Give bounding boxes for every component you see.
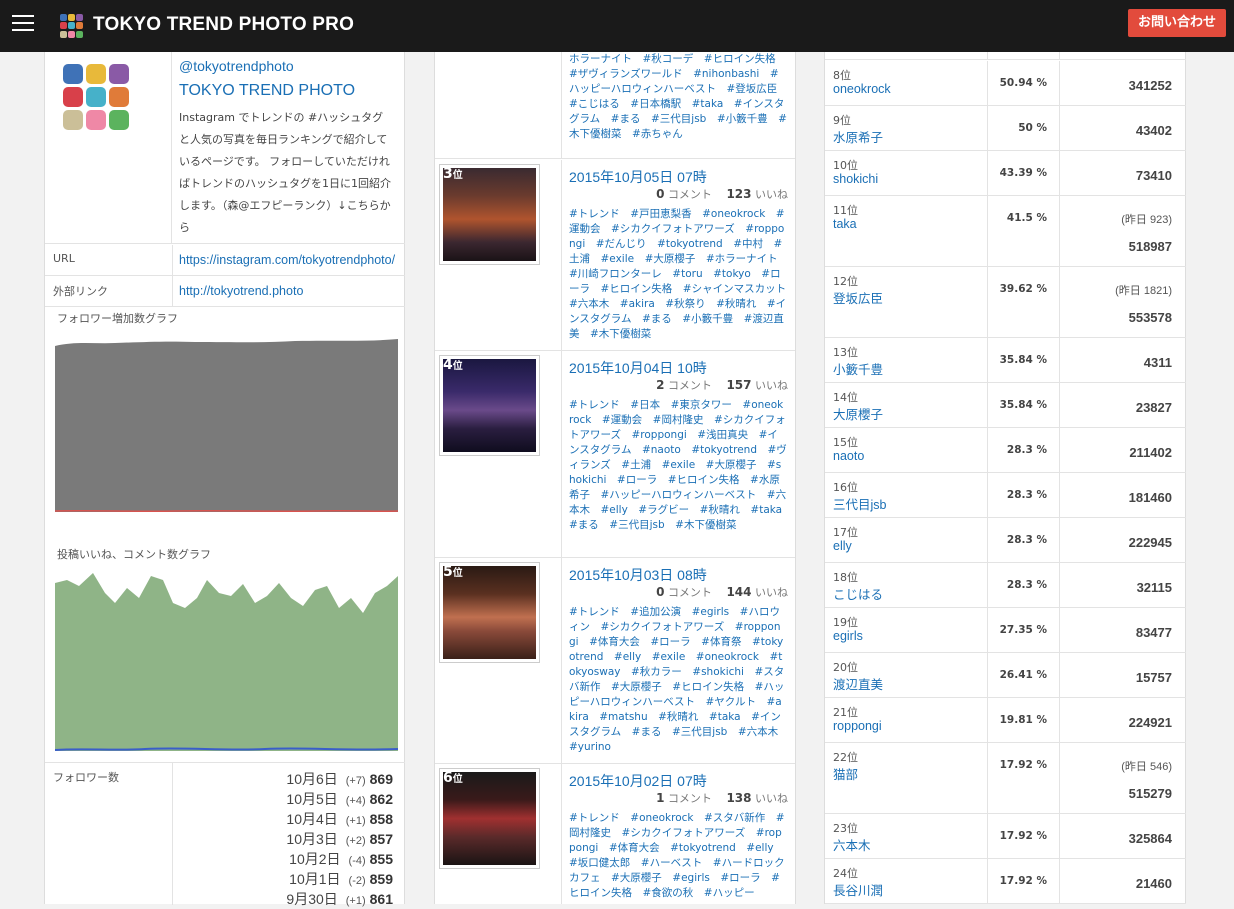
external-link-row: 外部リンク http://tokyotrend.photo [45,276,405,307]
follower-row: 10月5日 (+4) 862 [286,791,393,807]
ranking-tag-link[interactable]: 登坂広臣 [833,288,883,307]
post-rank: 4位 [443,357,463,373]
profile-name-link[interactable]: TOKYO TREND PHOTO [179,82,355,100]
post-stats: 1 コメント 138 いいね [656,791,788,805]
ranking-tag-link[interactable]: 大原櫻子 [833,404,883,423]
post-title[interactable]: 2015年10月04日 10時 [569,358,707,378]
url-label: URL [53,252,75,265]
post-item: 4位 2015年10月04日 10時 2 コメント 157 いいね #トレンド … [435,351,795,558]
ranking-row: 12位 登坂広臣 39.62 % (昨日 1821) 553578 [825,267,1186,338]
hashtag-ranking: 8位 oneokrock 50.94 % 341252 9位 水原希子 50 % 434… [824,0,1186,904]
post-tags[interactable]: ホラーナイト #秋コーデ #ヒロイン失格 #ザヴィランズワールド #nihonb… [569,52,788,142]
ranking-row: 15位 naoto 28.3 % 211402 [825,428,1186,473]
ranking-tag-link[interactable]: 長谷川潤 [833,880,883,899]
ranking-tag-link[interactable]: oneokrock [833,82,891,96]
ranking-tag-link[interactable]: 水原希子 [833,127,883,146]
follower-row: 10月3日 (+2) 857 [286,831,393,847]
ranking-tag-link[interactable]: roppongi [833,719,882,733]
post-tags[interactable]: #トレンド #oneokrock #スタバ新作 #岡村隆史 #シカクイフォトアワ… [569,811,787,901]
follower-row: 10月2日 (-4) 855 [289,851,393,867]
ranking-row: 13位 小籔千豊 35.84 % 4311 [825,338,1186,383]
logo-icon[interactable] [60,14,84,38]
ranking-row: 19位 egirls 27.35 % 83477 [825,608,1186,653]
ranking-row: 16位 三代目jsb 28.3 % 181460 [825,473,1186,518]
ranking-row: 22位 猫部 17.92 % (昨日 546) 515279 [825,743,1186,814]
post-tags[interactable]: #トレンド #戸田恵梨香 #oneokrock #運動会 #シカクイフォトアワー… [569,207,795,342]
external-link[interactable]: http://tokyotrend.photo [179,284,405,298]
brand-title[interactable]: TOKYO TREND PHOTO PRO [93,14,354,36]
follower-graph-title: フォロワー増加数グラフ [57,312,178,325]
url-link[interactable]: https://instagram.com/tokyotrendphoto/ [179,253,405,267]
followers-label: フォロワー数 [53,771,119,784]
post-title[interactable]: 2015年10月05日 07時 [569,167,707,187]
post-item: 5位 2015年10月03日 08時 0 コメント 144 いいね #トレンド … [435,558,795,764]
post-title[interactable]: 2015年10月02日 07時 [569,771,707,791]
ranking-row: 18位 こじはる 28.3 % 32115 [825,563,1186,608]
post-list: ホラーナイト #秋コーデ #ヒロイン失格 #ザヴィランズワールド #nihonb… [434,52,796,904]
post-stats: 2 コメント 157 いいね [656,378,788,392]
ranking-tag-link[interactable]: こじはる [833,584,883,603]
likes-graph [55,573,398,751]
ranking-row: 9位 水原希子 50 % 43402 [825,106,1186,151]
profile-card: @tokyotrendphoto TOKYO TREND PHOTO Insta… [45,52,405,244]
ranking-tag-link[interactable]: egirls [833,629,863,643]
ranking-row: 8位 oneokrock 50.94 % 341252 [825,61,1186,106]
post-item: ホラーナイト #秋コーデ #ヒロイン失格 #ザヴィランズワールド #nihonb… [435,52,795,159]
post-rank: 5位 [443,564,463,580]
ranking-row: 14位 大原櫻子 35.84 % 23827 [825,383,1186,428]
profile-description: Instagram でトレンドの #ハッシュタグ と人気の写真を毎日ランキングで… [179,111,391,234]
ranking-tag-link[interactable]: 三代目jsb [833,494,886,513]
followers-section: フォロワー数 10月6日 (+7) 869 10月5日 (+4) 862 10月4日 (+… [45,762,405,907]
url-row: URL https://instagram.com/tokyotrendphot… [45,245,405,276]
post-stats: 0 コメント 144 いいね [656,585,788,599]
contact-button[interactable]: お問い合わせ [1127,9,1226,37]
ranking-tag-link[interactable]: naoto [833,449,864,463]
avatar [63,64,129,130]
follower-row: 9月30日 (+1) 861 [286,891,393,907]
ranking-row: 10位 shokichi 43.39 % 73410 [825,151,1186,196]
post-item: 3位 2015年10月05日 07時 0 コメント 123 いいね #トレンド … [435,160,795,351]
ranking-row: 21位 roppongi 19.81 % 224921 [825,698,1186,743]
ranking-tag-link[interactable]: 六本木 [833,835,871,854]
ranking-tag-link[interactable]: taka [833,217,857,231]
post-title[interactable]: 2015年10月03日 08時 [569,565,707,585]
ranking-tag-link[interactable]: elly [833,539,852,553]
ranking-row [825,52,1186,60]
follower-row: 10月1日 (-2) 859 [289,871,393,887]
profile-handle-link[interactable]: @tokyotrendphoto [179,58,294,74]
follower-graph [55,339,398,513]
top-bar: TOKYO TREND PHOTO PRO お問い合わせ [0,0,1234,52]
menu-icon[interactable] [12,15,34,33]
post-stats: 0 コメント 123 いいね [656,187,788,201]
ranking-tag-link[interactable]: 小籔千豊 [833,359,883,378]
post-tags[interactable]: #トレンド #追加公演 #egirls #ハロウィン #シカクイフォトアワーズ … [569,605,789,755]
ranking-tag-link[interactable]: 渡辺直美 [833,674,883,693]
post-item: 6位 2015年10月02日 07時 1 コメント 138 いいね #トレンド … [435,764,795,904]
post-rank: 6位 [443,770,463,786]
ranking-row: 11位 taka 41.5 % (昨日 923) 518987 [825,196,1186,267]
follower-row: 10月6日 (+7) 869 [286,771,393,787]
ranking-row: 23位 六本木 17.92 % 325864 [825,814,1186,859]
likes-graph-title: 投稿いいね、コメント数グラフ [57,548,211,561]
ranking-tag-link[interactable]: shokichi [833,172,878,186]
post-tags[interactable]: #トレンド #日本 #東京タワー #oneokrock #運動会 #岡村隆史 #… [569,398,793,533]
ranking-tag-link[interactable]: 猫部 [833,764,858,783]
ranking-row: 17位 elly 28.3 % 222945 [825,518,1186,563]
profile-panel: @tokyotrendphoto TOKYO TREND PHOTO Insta… [44,52,405,907]
post-rank: 3位 [443,166,463,182]
ranking-row: 24位 長谷川潤 17.92 % 21460 [825,859,1186,904]
follower-row: 10月4日 (+1) 858 [286,811,393,827]
external-link-label: 外部リンク [53,285,108,298]
ranking-row: 20位 渡辺直美 26.41 % 15757 [825,653,1186,698]
